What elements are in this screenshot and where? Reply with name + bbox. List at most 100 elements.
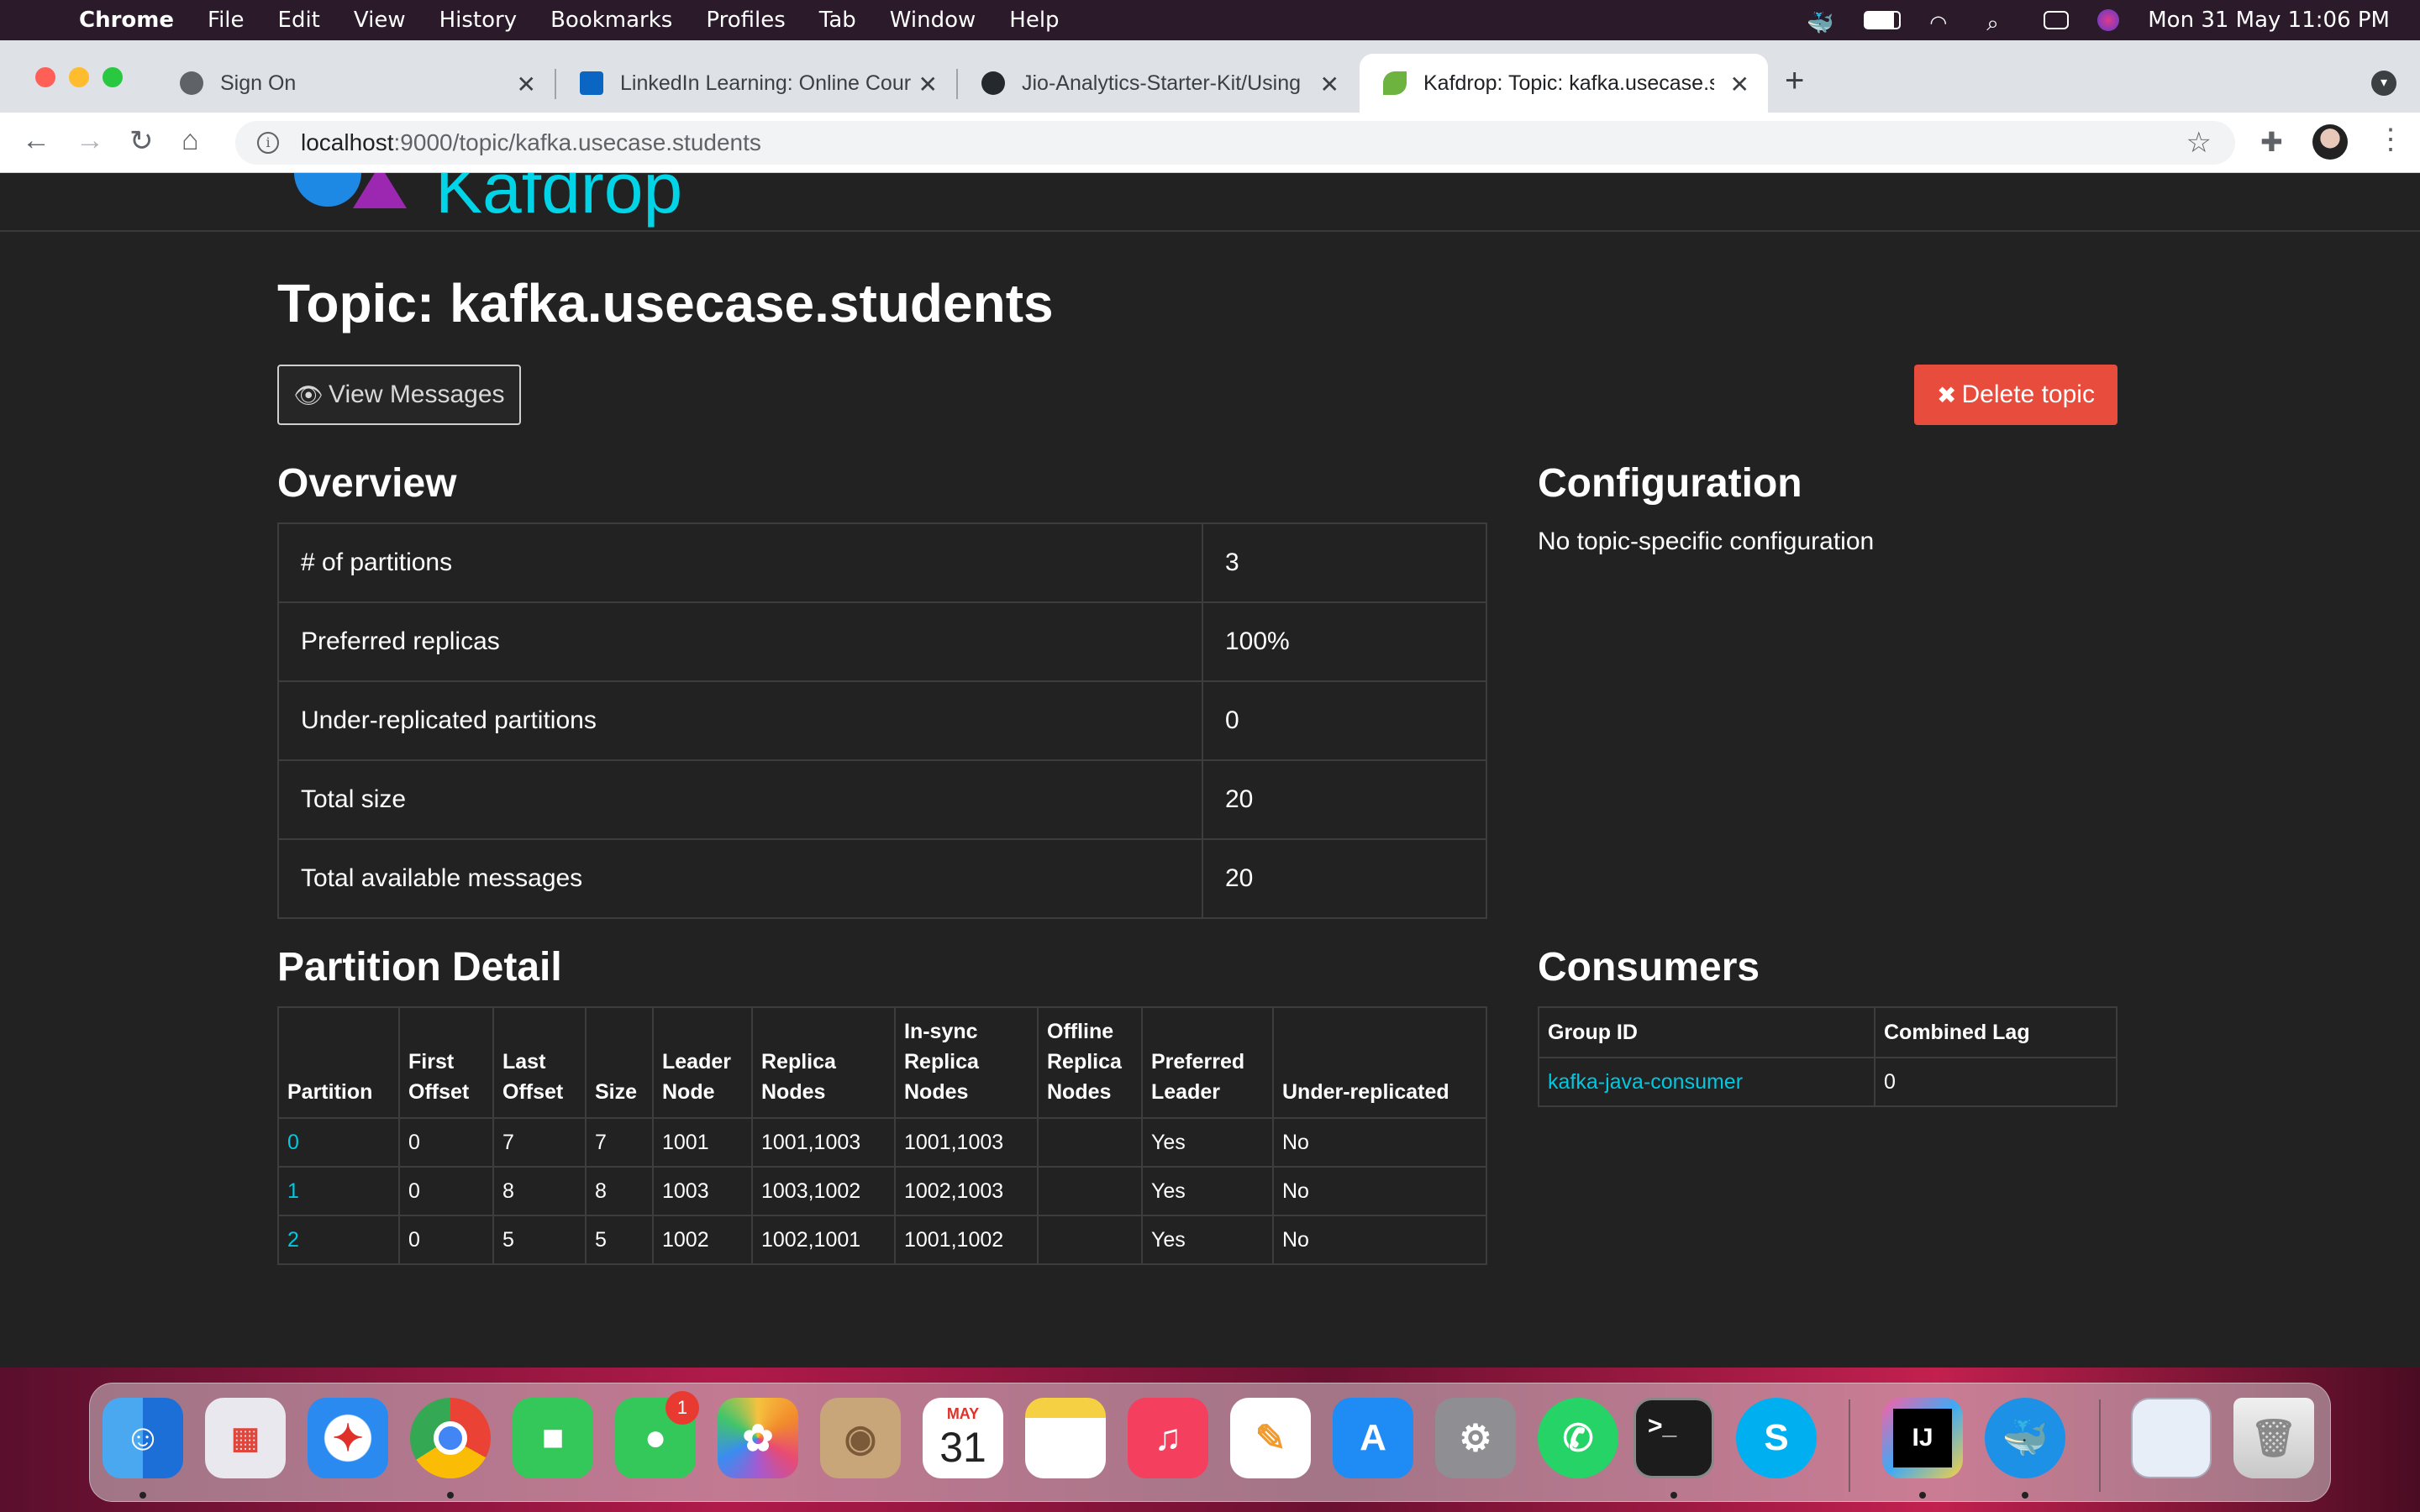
menu-bookmarks[interactable]: Bookmarks xyxy=(550,8,672,33)
minimize-window-button[interactable] xyxy=(69,67,89,87)
terminal-icon[interactable]: >_ xyxy=(1634,1398,1714,1478)
preferred-leader-cell: Yes xyxy=(1141,1215,1274,1265)
url-text[interactable]: localhost:9000/topic/kafka.usecase.stude… xyxy=(301,129,761,156)
skype-label: S xyxy=(1764,1417,1789,1458)
tab-title: Sign On xyxy=(220,71,297,95)
menu-view[interactable]: View xyxy=(354,8,406,33)
address-bar[interactable]: i localhost:9000/topic/kafka.usecase.stu… xyxy=(235,121,2235,165)
finder-icon[interactable]: ☺ xyxy=(103,1398,183,1478)
running-indicator xyxy=(447,1492,454,1499)
github-icon xyxy=(981,71,1005,95)
safari-icon[interactable]: ✦ xyxy=(308,1398,388,1478)
intellij-icon[interactable]: IJ xyxy=(1882,1398,1963,1478)
bookmark-star-icon[interactable]: ☆ xyxy=(2186,126,2212,160)
menu-help[interactable]: Help xyxy=(1009,8,1059,33)
size-cell: 7 xyxy=(585,1117,654,1168)
partition-link[interactable]: 2 xyxy=(287,1228,299,1252)
close-tab-icon[interactable]: ✕ xyxy=(1730,71,1749,98)
combined-lag-cell: 0 xyxy=(1874,1057,2118,1107)
last-offset-cell: 7 xyxy=(492,1117,587,1168)
menu-window[interactable]: Window xyxy=(890,8,976,33)
tab-kafdrop[interactable]: Kafdrop: Topic: kafka.usecase.s ✕ xyxy=(1360,54,1768,113)
photos-icon[interactable]: ✿ xyxy=(718,1398,798,1478)
overview-value: 100% xyxy=(1202,601,1487,682)
wifi-icon[interactable]: ◠ xyxy=(1929,11,1958,34)
tab-github[interactable]: Jio-Analytics-Starter-Kit/Using ✕ xyxy=(958,54,1358,113)
facetime-icon[interactable]: ■ xyxy=(513,1398,593,1478)
docker-status-icon[interactable]: 🐳 xyxy=(1807,11,1835,36)
menu-file[interactable]: File xyxy=(208,8,245,33)
forward-icon[interactable]: → xyxy=(76,124,104,157)
trash-icon[interactable]: 🗑 xyxy=(2233,1398,2314,1478)
column-header: Leader Node xyxy=(652,1006,753,1119)
new-tab-button[interactable]: + xyxy=(1785,62,1804,100)
column-header: Replica Nodes xyxy=(751,1006,896,1119)
table-header-row: Partition First Offset Last Offset Size … xyxy=(277,1006,1487,1119)
partition-cell[interactable]: 1 xyxy=(277,1166,400,1216)
kafdrop-logo-circle xyxy=(294,173,361,207)
menu-profiles[interactable]: Profiles xyxy=(706,8,785,33)
overview-title: Overview xyxy=(277,461,457,506)
control-center-icon[interactable] xyxy=(2044,11,2070,29)
close-tab-icon[interactable]: ✕ xyxy=(918,71,938,98)
delete-topic-button[interactable]: ✖ Delete topic xyxy=(1914,365,2118,425)
partition-link[interactable]: 1 xyxy=(287,1179,299,1203)
contacts-icon[interactable]: ◉ xyxy=(820,1398,901,1478)
close-window-button[interactable] xyxy=(35,67,55,87)
menu-edit[interactable]: Edit xyxy=(278,8,320,33)
size-cell: 8 xyxy=(585,1166,654,1216)
menu-app-name[interactable]: Chrome xyxy=(79,8,174,33)
downloads-stack-icon[interactable] xyxy=(2131,1398,2212,1478)
site-info-icon[interactable]: i xyxy=(257,132,279,154)
battery-icon[interactable] xyxy=(1864,11,1902,29)
app-store-icon[interactable]: A xyxy=(1333,1398,1413,1478)
tab-linkedin-learning[interactable]: LinkedIn Learning: Online Cour ✕ xyxy=(556,54,956,113)
docker-icon[interactable]: 🐳 xyxy=(1985,1398,2065,1478)
close-tab-icon[interactable]: ✕ xyxy=(517,71,536,98)
whatsapp-icon[interactable]: ✆ xyxy=(1538,1398,1618,1478)
dock-separator xyxy=(2099,1399,2101,1492)
leader-node-cell: 1002 xyxy=(652,1215,753,1265)
table-row: Under-replicated partitions 0 xyxy=(277,680,1487,761)
menu-clock[interactable]: Mon 31 May 11:06 PM xyxy=(2148,8,2390,33)
back-icon[interactable]: ← xyxy=(22,124,50,157)
profile-avatar[interactable] xyxy=(2312,124,2348,160)
music-icon[interactable]: ♫ xyxy=(1128,1398,1208,1478)
configuration-title: Configuration xyxy=(1538,461,1802,506)
under-replicated-cell: No xyxy=(1272,1166,1487,1216)
extensions-puzzle-icon[interactable]: ✚ xyxy=(2260,126,2283,158)
overview-label: Total size xyxy=(277,759,1203,840)
view-messages-button[interactable]: 👁 View Messages xyxy=(277,365,521,425)
kafdrop-brand-link[interactable]: Kafdrop xyxy=(435,173,682,229)
siri-icon[interactable] xyxy=(2097,9,2120,31)
notes-icon[interactable] xyxy=(1025,1398,1106,1478)
launchpad-icon[interactable]: ▦ xyxy=(205,1398,286,1478)
first-offset-cell: 0 xyxy=(398,1215,494,1265)
reload-icon[interactable]: ↻ xyxy=(129,124,154,158)
partition-link[interactable]: 0 xyxy=(287,1131,299,1154)
partition-cell[interactable]: 2 xyxy=(277,1215,400,1265)
pages-icon[interactable]: ✎ xyxy=(1230,1398,1311,1478)
tab-sign-on[interactable]: Sign On ✕ xyxy=(156,54,555,113)
group-id-cell[interactable]: kafka-java-consumer xyxy=(1538,1057,1876,1107)
close-tab-icon[interactable]: ✕ xyxy=(1320,71,1339,98)
partition-cell[interactable]: 0 xyxy=(277,1117,400,1168)
zoom-window-button[interactable] xyxy=(103,67,123,87)
overview-label: Preferred replicas xyxy=(277,601,1203,682)
system-preferences-icon[interactable]: ⚙ xyxy=(1435,1398,1516,1478)
chrome-menu-icon[interactable]: ⋮ xyxy=(2376,123,2405,156)
overview-value: 3 xyxy=(1202,522,1487,603)
tab-search-icon[interactable]: ▾ xyxy=(2371,71,2396,96)
menu-tab[interactable]: Tab xyxy=(819,8,856,33)
spotlight-search-icon[interactable]: ⌕ xyxy=(1986,11,2015,36)
home-icon[interactable]: ⌂ xyxy=(182,124,199,157)
column-header: Group ID xyxy=(1538,1006,1876,1058)
menu-history[interactable]: History xyxy=(439,8,518,33)
calendar-icon[interactable]: MAY 31 xyxy=(923,1398,1003,1478)
consumer-group-link[interactable]: kafka-java-consumer xyxy=(1548,1070,1743,1094)
running-indicator xyxy=(1919,1492,1926,1499)
table-row: 1 0 8 8 1003 1003,1002 1002,1003 Yes No xyxy=(277,1166,1487,1216)
skype-icon[interactable]: S xyxy=(1736,1398,1817,1478)
chrome-icon[interactable] xyxy=(410,1398,491,1478)
browser-toolbar: ← → ↻ ⌂ i localhost:9000/topic/kafka.use… xyxy=(0,113,2420,173)
